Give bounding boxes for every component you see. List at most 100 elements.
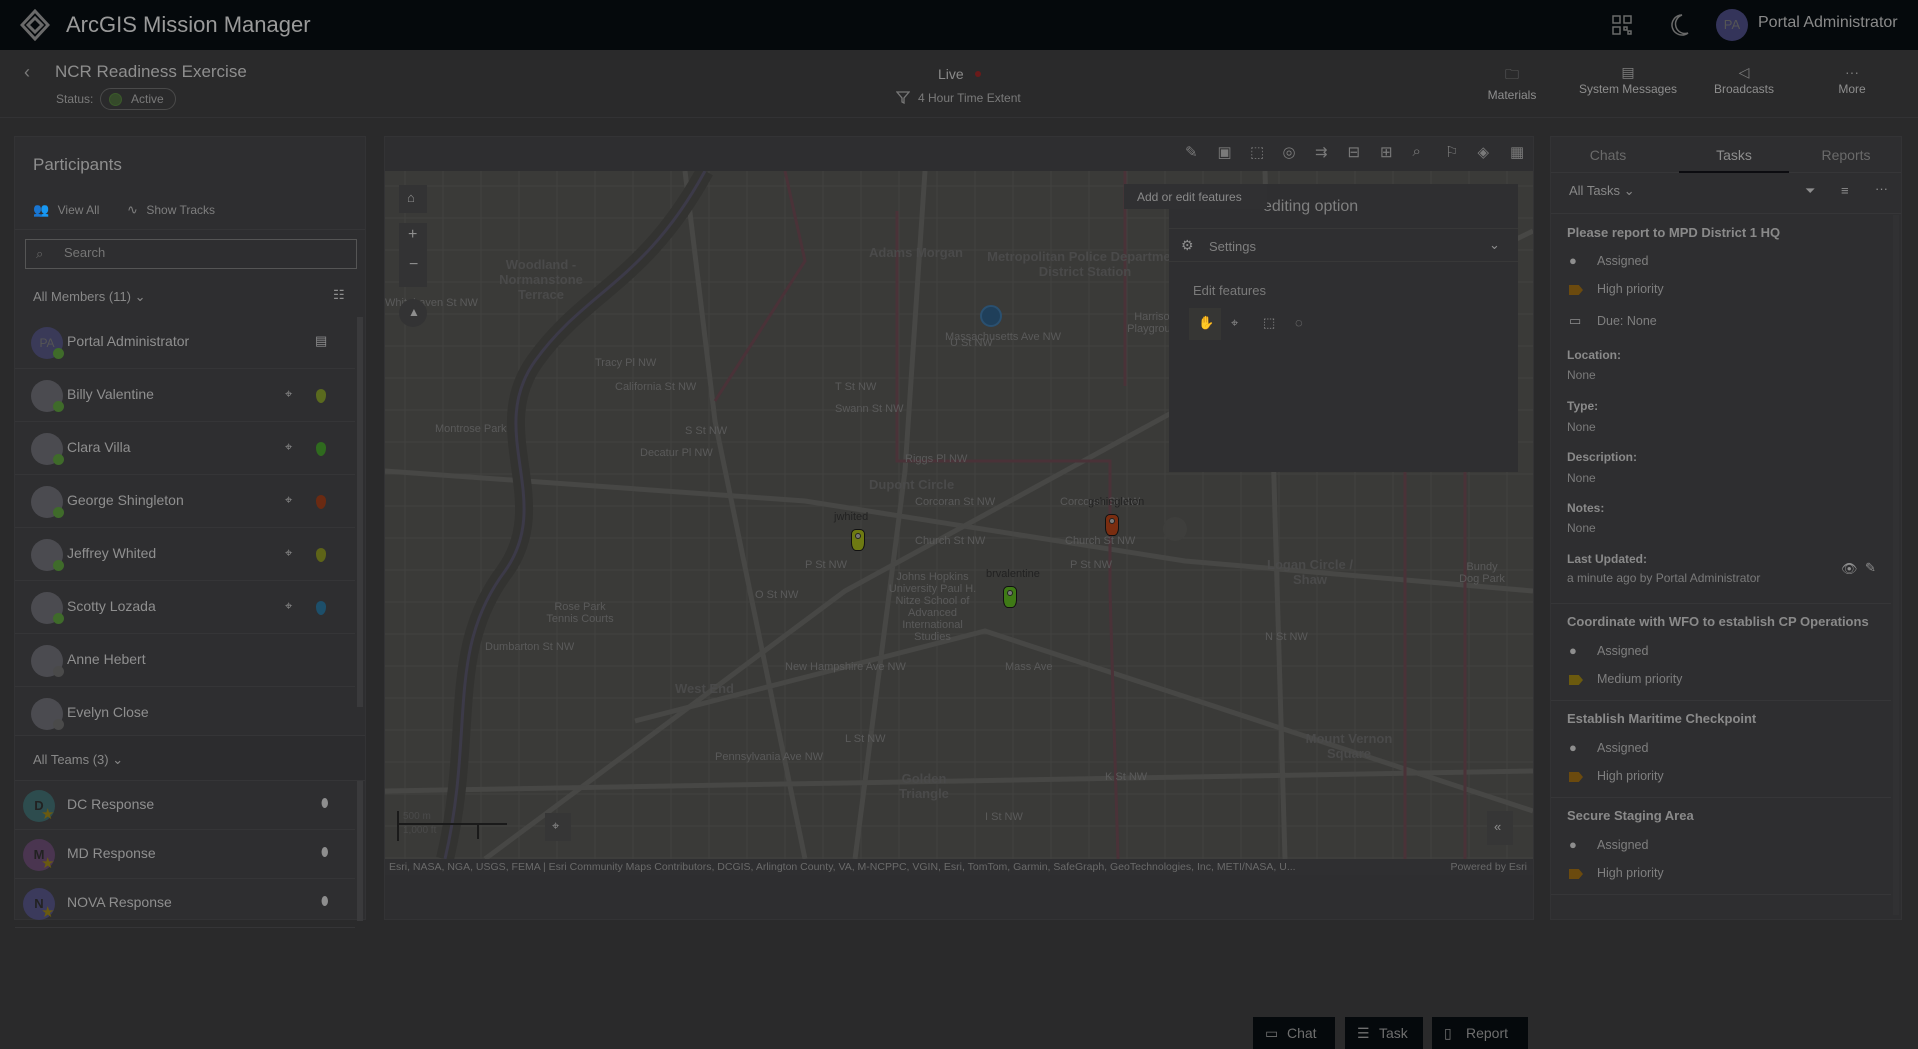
task-priority: High priority bbox=[1597, 866, 1664, 880]
member-row[interactable]: Billy Valentine ⌖ bbox=[15, 369, 355, 422]
locate-member-icon[interactable]: ⌖ bbox=[285, 598, 292, 614]
tab-tasks[interactable]: Tasks bbox=[1679, 137, 1789, 173]
home-button[interactable]: ⌂ bbox=[399, 185, 427, 213]
more-button[interactable]: ··· More bbox=[1816, 64, 1888, 96]
zoom-in-button[interactable]: + bbox=[408, 226, 417, 244]
team-location-pin-icon[interactable]: ⬮ bbox=[321, 894, 329, 909]
task-card[interactable]: Establish Maritime Checkpoint ● Assigned Hi… bbox=[1551, 701, 1891, 798]
rectangle-select-icon[interactable]: ⬚ bbox=[1263, 315, 1275, 331]
back-chevron-icon[interactable]: ‹ bbox=[24, 62, 30, 83]
task-card[interactable]: Please report to MPD District 1 HQ ● Ass… bbox=[1551, 215, 1891, 603]
member-row[interactable]: Anne Hebert bbox=[15, 634, 355, 687]
members-filter[interactable]: All Members (11) ⌄ bbox=[33, 289, 146, 305]
tab-reports[interactable]: Reports bbox=[1791, 137, 1901, 173]
edit-icon[interactable]: ✎ bbox=[1185, 143, 1198, 161]
user-name[interactable]: Portal Administrator bbox=[1758, 14, 1898, 32]
participant-marker-icon[interactable] bbox=[1003, 586, 1017, 608]
collapse-button[interactable]: « bbox=[1487, 811, 1513, 845]
chevron-down-icon: ⌄ bbox=[134, 289, 146, 304]
settings-accordion[interactable]: ⚙ Settings ⌄ bbox=[1169, 228, 1518, 262]
track-color-pin-icon[interactable] bbox=[316, 389, 326, 403]
member-row[interactable]: Clara Villa ⌖ bbox=[15, 422, 355, 475]
system-messages-button[interactable]: ▤ System Messages bbox=[1570, 64, 1686, 96]
video-icon[interactable]: ▣ bbox=[1218, 143, 1232, 161]
member-row[interactable]: Jeffrey Whited ⌖ bbox=[15, 528, 355, 581]
member-settings-icon[interactable]: ☷ bbox=[333, 287, 345, 303]
team-row[interactable]: M ★ MD Response ⬮ bbox=[15, 830, 355, 879]
task-card[interactable]: Coordinate with WFO to establish CP Oper… bbox=[1551, 604, 1891, 701]
locate-member-icon[interactable]: ⌖ bbox=[285, 386, 292, 402]
task-filter[interactable]: All Tasks ⌄ bbox=[1569, 183, 1635, 199]
zoom-out-button[interactable]: − bbox=[409, 256, 418, 274]
show-tracks-button[interactable]: ∿ Show Tracks bbox=[127, 201, 215, 219]
police-station-icon[interactable] bbox=[980, 305, 1002, 327]
materials-button[interactable]: 🗀 Materials bbox=[1470, 64, 1554, 102]
task-button[interactable]: ☰ Task bbox=[1345, 1017, 1423, 1049]
status-badge[interactable]: Active bbox=[100, 88, 176, 110]
more-options-icon[interactable]: ··· bbox=[1875, 181, 1888, 196]
pan-tool-button[interactable]: ✋ bbox=[1189, 308, 1221, 340]
report-button[interactable]: ▯ Report bbox=[1432, 1017, 1528, 1049]
track-color-pin-icon[interactable] bbox=[316, 442, 326, 456]
search-icon[interactable]: ⌕ bbox=[1413, 143, 1421, 160]
report-icon: ▯ bbox=[1444, 1025, 1452, 1041]
locate-button[interactable]: ⌖ bbox=[545, 813, 571, 841]
moon-icon[interactable] bbox=[1668, 13, 1690, 37]
compass-button[interactable]: ▲ bbox=[399, 299, 427, 327]
teams-scrollbar[interactable] bbox=[357, 781, 363, 921]
layers-icon[interactable]: ◈ bbox=[1478, 143, 1490, 161]
locate-member-icon[interactable]: ⌖ bbox=[285, 492, 292, 508]
powered-by[interactable]: Powered by Esri bbox=[1450, 861, 1527, 873]
track-color-pin-icon[interactable] bbox=[316, 495, 326, 509]
bookmark-icon[interactable]: ⚐ bbox=[1445, 143, 1458, 161]
team-row[interactable]: D ★ DC Response ⬮ bbox=[15, 781, 355, 830]
map-label-riggs: Riggs Pl NW bbox=[905, 453, 968, 465]
notes-label: Notes: bbox=[1567, 501, 1605, 515]
user-avatar[interactable]: PA bbox=[1716, 9, 1748, 41]
search-field[interactable] bbox=[64, 245, 344, 260]
map-attribution: Esri, NASA, NGA, USGS, FEMA | Esri Commu… bbox=[385, 859, 1533, 875]
task-card[interactable]: Secure Staging Area ● Assigned High priorit… bbox=[1551, 798, 1891, 895]
team-location-pin-icon[interactable]: ⬮ bbox=[321, 796, 329, 811]
select-icon[interactable]: ⬚ bbox=[1250, 143, 1264, 161]
notes-icon[interactable]: ▤ bbox=[315, 333, 327, 349]
tasks-scrollbar[interactable] bbox=[1893, 215, 1899, 915]
priority-icon bbox=[1569, 869, 1583, 879]
eye-icon[interactable]: 👁 bbox=[1841, 561, 1858, 577]
team-location-pin-icon[interactable]: ⬮ bbox=[321, 845, 329, 860]
filter-icon[interactable]: ⏷ bbox=[1805, 183, 1815, 199]
members-scrollbar[interactable] bbox=[357, 317, 363, 707]
basemap-gallery-icon[interactable]: ▦ bbox=[1510, 143, 1524, 161]
member-row[interactable]: Evelyn Close bbox=[15, 687, 355, 740]
locate-icon: ⌖ bbox=[552, 818, 560, 833]
qr-code-icon[interactable] bbox=[1612, 15, 1632, 35]
view-all-button[interactable]: 👥 View All bbox=[33, 201, 99, 219]
locate-member-icon[interactable]: ⌖ bbox=[285, 439, 292, 455]
member-row[interactable]: George Shingleton ⌖ bbox=[15, 475, 355, 528]
teams-filter[interactable]: All Teams (3) ⌄ bbox=[33, 752, 123, 768]
broadcasts-button[interactable]: ◁ Broadcasts bbox=[1700, 64, 1788, 96]
member-row[interactable]: PA Portal Administrator ▤ bbox=[15, 316, 355, 369]
team-row[interactable]: N ★ NOVA Response ⬮ bbox=[15, 879, 355, 928]
search-input[interactable]: ⌕ bbox=[25, 239, 357, 269]
time-extent[interactable]: 4 Hour Time Extent bbox=[918, 91, 1021, 105]
buffer-icon[interactable]: ◎ bbox=[1283, 143, 1296, 161]
tab-chats[interactable]: Chats bbox=[1553, 137, 1663, 173]
select-feature-icon[interactable]: ⌖ bbox=[1231, 315, 1238, 331]
chat-button[interactable]: ▭ Chat bbox=[1253, 1017, 1335, 1049]
ellipsis-icon: ··· bbox=[1845, 64, 1859, 80]
member-row[interactable]: Scotty Lozada ⌖ bbox=[15, 581, 355, 634]
locate-member-icon[interactable]: ⌖ bbox=[285, 545, 292, 561]
map-view[interactable]: Woodland - Normanstone Terrace Adams Morg… bbox=[385, 171, 1533, 859]
track-color-pin-icon[interactable] bbox=[316, 548, 326, 562]
online-check-icon bbox=[53, 613, 64, 624]
pencil-icon[interactable]: ✎ bbox=[1865, 560, 1876, 576]
sort-icon[interactable]: ≡ bbox=[1841, 183, 1849, 198]
route-icon[interactable]: ⇉ bbox=[1315, 143, 1328, 161]
participant-marker-icon[interactable] bbox=[851, 529, 865, 551]
track-color-pin-icon[interactable] bbox=[316, 601, 326, 615]
measure-area-icon[interactable]: ⊞ bbox=[1380, 143, 1393, 161]
participant-marker-icon[interactable] bbox=[1105, 514, 1119, 536]
measure-distance-icon[interactable]: ⊟ bbox=[1348, 143, 1361, 161]
lasso-select-icon[interactable]: ◌ bbox=[1295, 315, 1303, 330]
